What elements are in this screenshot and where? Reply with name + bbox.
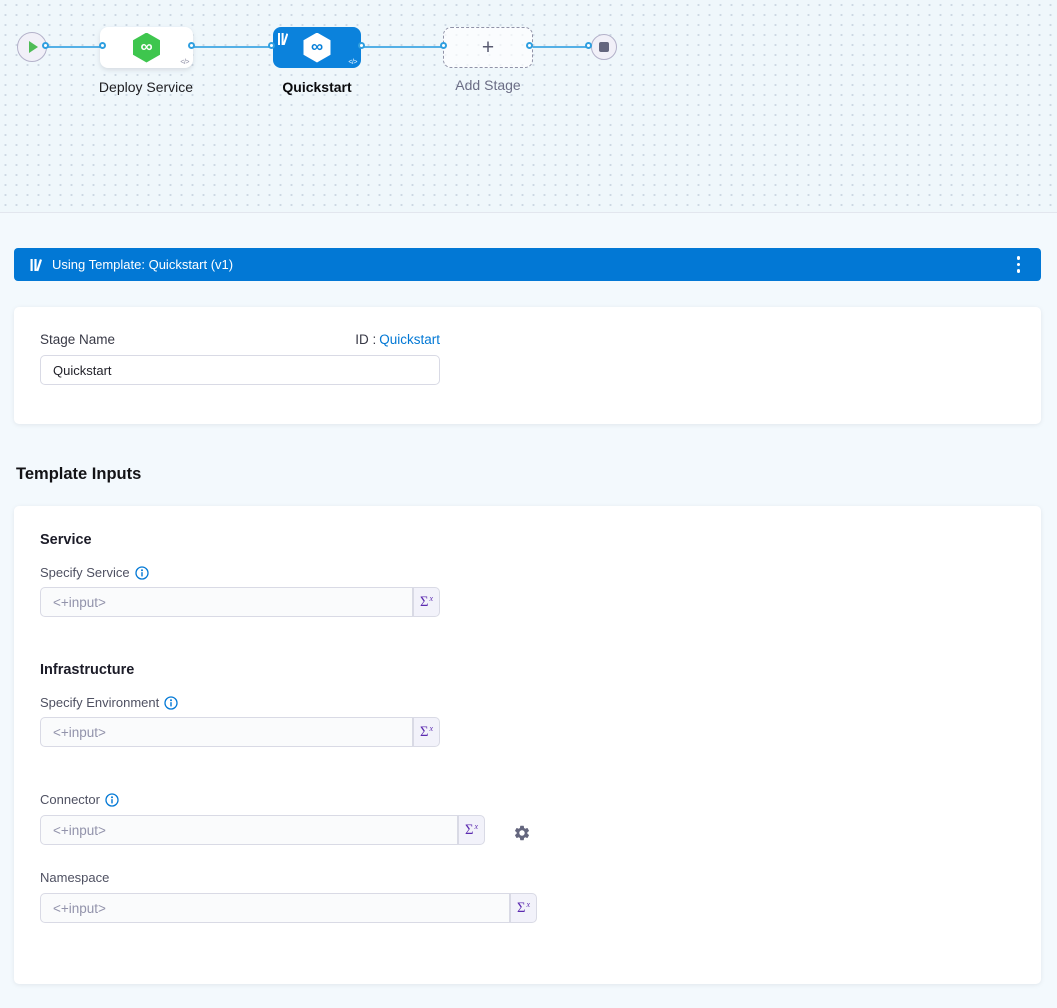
banner-text: Using Template: Quickstart (v1) xyxy=(52,257,233,272)
info-icon[interactable] xyxy=(135,566,149,580)
edge-port[interactable] xyxy=(526,42,533,49)
pipeline-canvas[interactable]: ∞ </> ∞ </> + Deploy Service Quickstart … xyxy=(0,0,1057,213)
section-heading-infrastructure: Infrastructure xyxy=(40,662,134,678)
runtime-input-type-button[interactable]: Σx xyxy=(413,717,440,747)
runtime-input-type-button[interactable]: Σx xyxy=(510,893,537,923)
edge-port[interactable] xyxy=(358,42,365,49)
infinity-glyph: ∞ xyxy=(140,38,152,55)
pipeline-edge xyxy=(363,46,445,48)
connector-input[interactable] xyxy=(40,815,458,845)
stage-id-link[interactable]: Quickstart xyxy=(379,332,440,347)
stage-id-prefix: ID : xyxy=(355,332,376,347)
runtime-input-type-button[interactable]: Σx xyxy=(458,815,485,845)
node-label-quickstart: Quickstart xyxy=(282,79,351,95)
sigma-icon: Σ xyxy=(420,594,428,611)
label-text: Namespace xyxy=(40,870,109,885)
deployment-stage-icon: ∞ xyxy=(132,33,162,63)
connector-label: Connector xyxy=(40,792,119,807)
pipeline-edge xyxy=(193,46,273,48)
label-text: Specify Environment xyxy=(40,695,159,710)
section-heading-service: Service xyxy=(40,532,92,548)
edge-port[interactable] xyxy=(585,42,592,49)
play-icon xyxy=(29,41,38,53)
pipeline-edge xyxy=(531,46,590,48)
code-icon: </> xyxy=(348,59,357,66)
stage-node-quickstart[interactable]: ∞ </> xyxy=(273,27,361,68)
template-inputs-card: Service Specify Service Σx Infrastructur… xyxy=(14,506,1041,984)
sigma-sup: x xyxy=(429,594,433,603)
plus-icon: + xyxy=(482,37,494,58)
namespace-label: Namespace xyxy=(40,870,109,885)
template-library-icon xyxy=(30,258,43,272)
sigma-sup: x xyxy=(429,724,433,733)
stage-name-label: Stage Name xyxy=(40,332,115,347)
stop-icon xyxy=(599,42,609,52)
edge-port[interactable] xyxy=(268,42,275,49)
sigma-icon: Σ xyxy=(420,724,428,741)
label-text: Specify Service xyxy=(40,565,130,580)
sigma-icon: Σ xyxy=(465,822,473,839)
runtime-input-type-button[interactable]: Σx xyxy=(413,587,440,617)
node-label-add-stage: Add Stage xyxy=(455,77,520,93)
add-stage-button[interactable]: + xyxy=(443,27,533,68)
edge-port[interactable] xyxy=(440,42,447,49)
template-library-icon xyxy=(278,32,288,50)
using-template-banner: Using Template: Quickstart (v1) xyxy=(14,248,1041,281)
specify-environment-input[interactable] xyxy=(40,717,413,747)
sigma-sup: x xyxy=(526,900,530,909)
deployment-stage-icon: ∞ xyxy=(302,33,332,63)
template-menu-button[interactable] xyxy=(1013,254,1025,275)
sigma-sup: x xyxy=(474,822,478,831)
info-icon[interactable] xyxy=(105,793,119,807)
pipeline-edge xyxy=(47,46,104,48)
stage-node-deploy-service[interactable]: ∞ </> xyxy=(100,27,193,68)
pipeline-end-node[interactable] xyxy=(591,34,617,60)
connector-settings-button[interactable] xyxy=(513,824,531,842)
stage-overview-card: Stage Name ID :Quickstart xyxy=(14,307,1041,424)
specify-service-input[interactable] xyxy=(40,587,413,617)
edge-port[interactable] xyxy=(188,42,195,49)
stage-name-input[interactable] xyxy=(40,355,440,385)
specify-service-label: Specify Service xyxy=(40,565,149,580)
info-icon[interactable] xyxy=(164,696,178,710)
edge-port[interactable] xyxy=(42,42,49,49)
infinity-glyph: ∞ xyxy=(311,38,323,55)
stage-id: ID :Quickstart xyxy=(355,332,440,347)
sigma-icon: Σ xyxy=(517,900,525,917)
specify-environment-label: Specify Environment xyxy=(40,695,178,710)
template-inputs-heading: Template Inputs xyxy=(16,465,141,484)
label-text: Connector xyxy=(40,792,100,807)
namespace-input[interactable] xyxy=(40,893,510,923)
node-label-deploy-service: Deploy Service xyxy=(99,79,193,95)
code-icon: </> xyxy=(180,59,189,66)
edge-port[interactable] xyxy=(99,42,106,49)
